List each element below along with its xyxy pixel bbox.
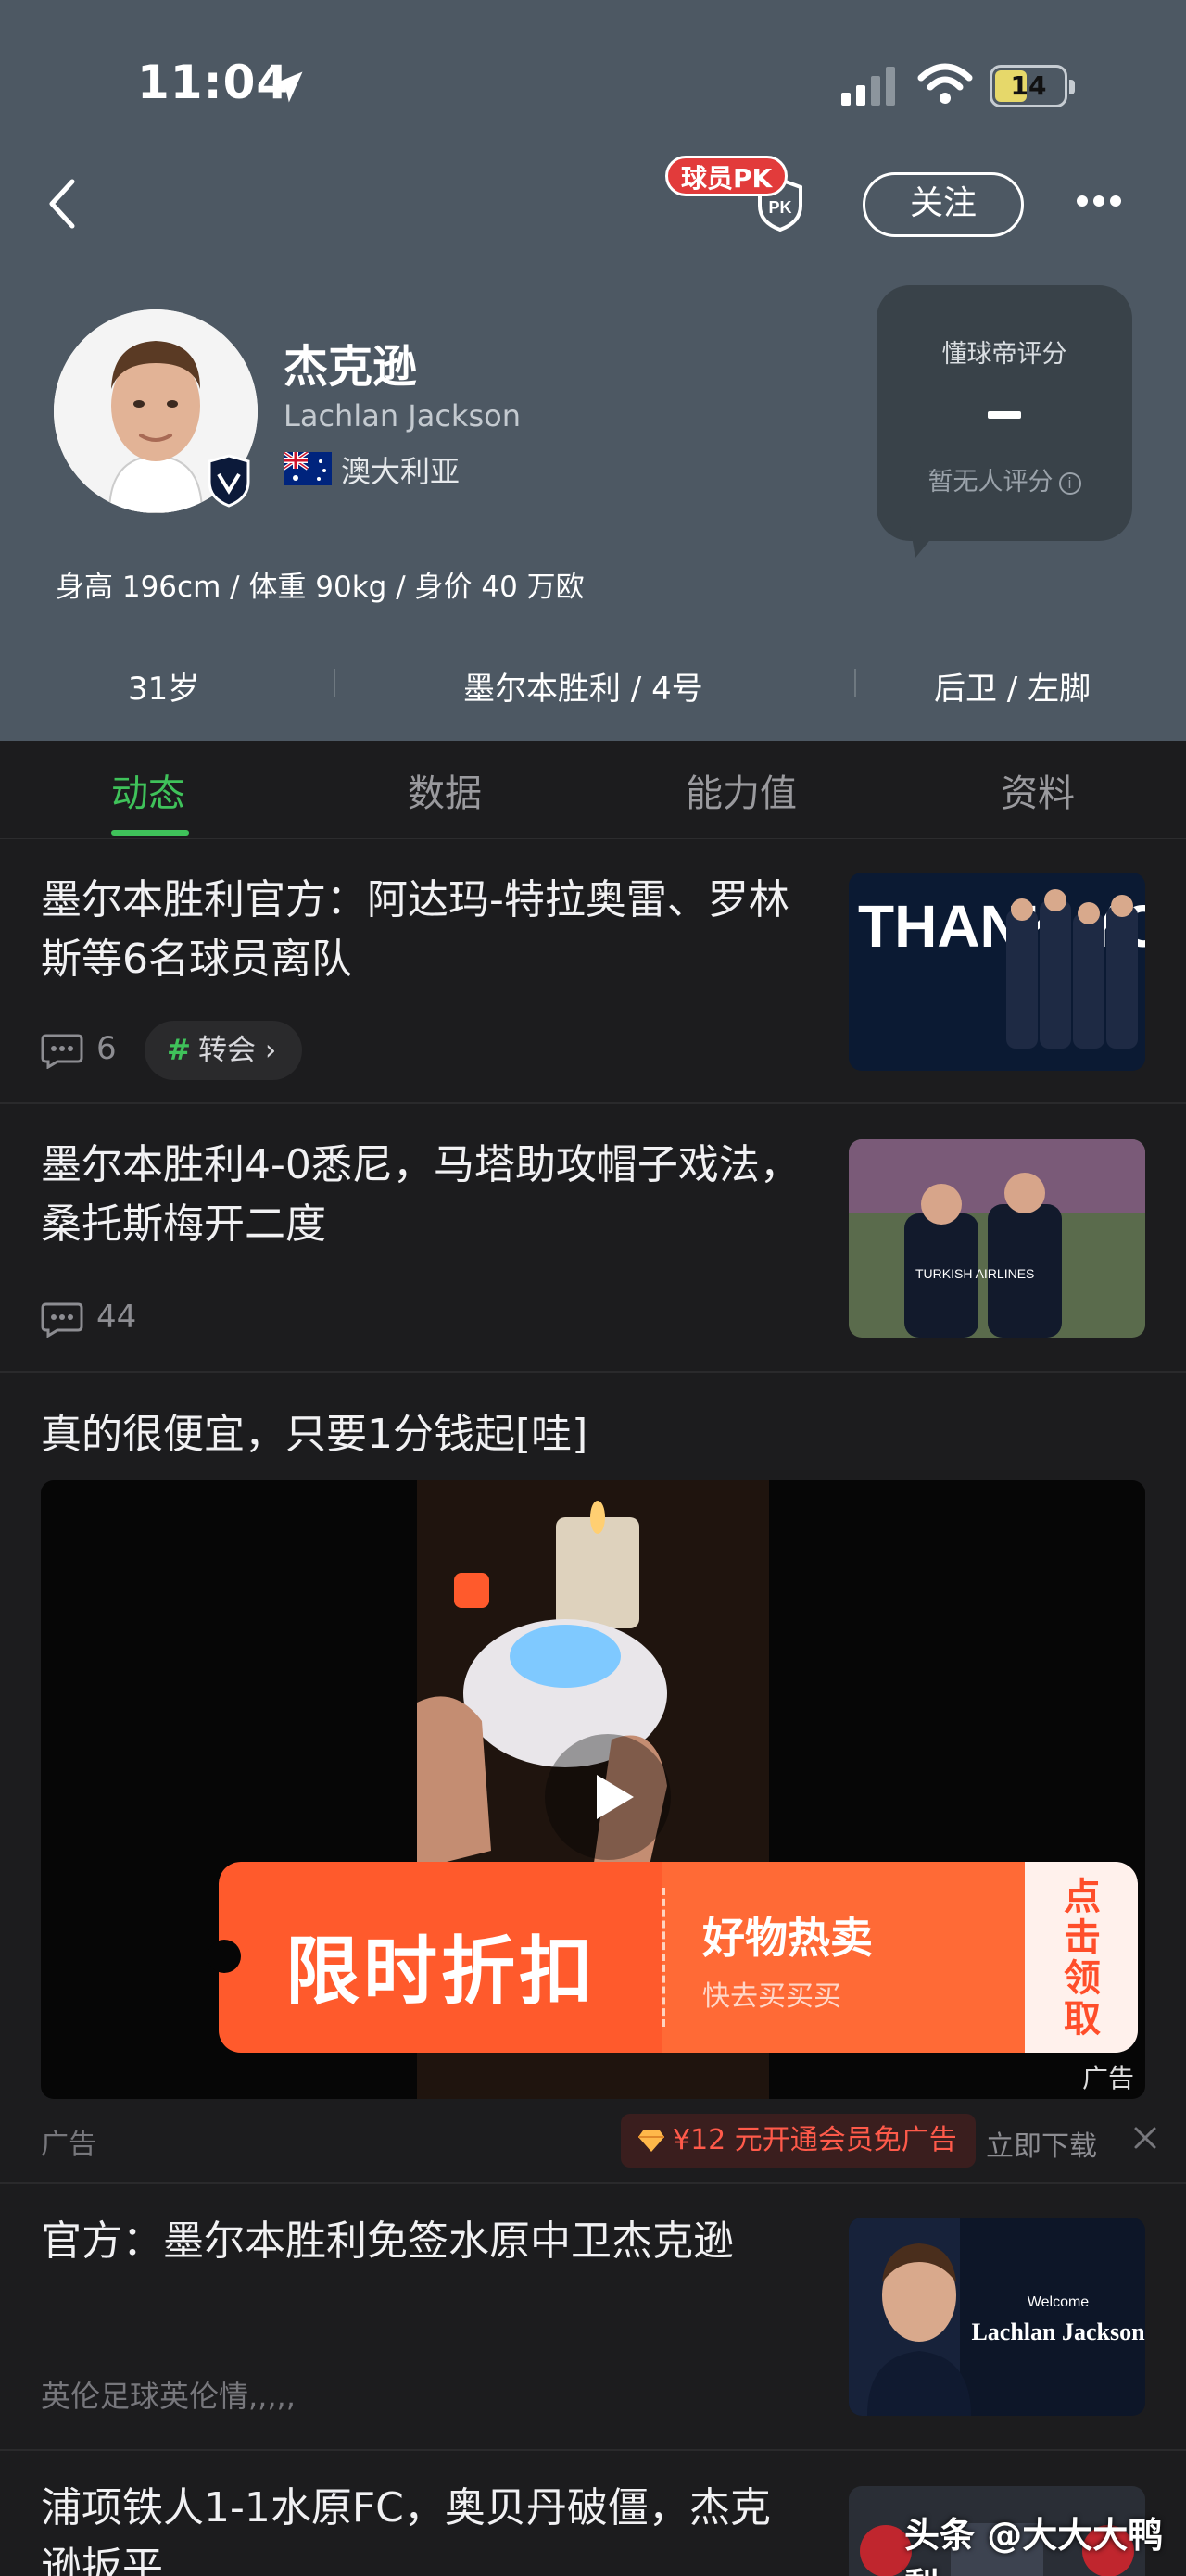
info-icon[interactable]: i bbox=[1058, 472, 1081, 495]
promo-claim-text: 点击领取 bbox=[1064, 1876, 1101, 2041]
news-title: 浦项铁人1-1水原FC，奥贝丹破僵，杰克逊扳平 bbox=[41, 2484, 771, 2576]
hash-icon: # bbox=[167, 1034, 191, 1067]
promo-banner[interactable]: 限时折扣 好物热卖 快去买买买 点击领取 bbox=[208, 1862, 1145, 2053]
player-meta-row: 31岁 墨尔本胜利 / 4号 后卫 / 左脚 bbox=[0, 652, 1186, 717]
match-celebration-image: TURKISH AIRLINES bbox=[849, 1139, 1145, 1338]
player-name-cn: 杰克逊 bbox=[284, 341, 418, 393]
gem-icon bbox=[638, 2130, 664, 2152]
battery-icon: 14 bbox=[990, 65, 1075, 109]
tab-abilities[interactable]: 能力值 bbox=[667, 763, 815, 817]
promo-discount-text: 限时折扣 bbox=[285, 1929, 597, 2015]
news-thumbnail: THANK YOU bbox=[849, 873, 1145, 1071]
promo-left: 限时折扣 bbox=[219, 1862, 662, 2053]
news-item[interactable]: 官方：墨尔本胜利免签水原中卫杰克逊 Welcome Lachlan Jackso… bbox=[0, 2184, 1186, 2451]
ad-label: 广告 bbox=[41, 2129, 96, 2161]
follow-button[interactable]: 关注 bbox=[863, 172, 1024, 237]
rating-subtitle-text: 暂无人评分 bbox=[927, 468, 1054, 496]
tab-profile[interactable]: 资料 bbox=[964, 763, 1112, 817]
player-position-foot: 后卫 / 左脚 bbox=[934, 671, 1091, 708]
promo-middle: 好物热卖 快去买买买 bbox=[662, 1862, 1025, 2053]
news-source: 英伦足球英伦情,,,,, bbox=[41, 2379, 296, 2414]
thumb2-text: TURKISH AIRLINES bbox=[915, 1266, 1034, 1281]
meta-divider bbox=[334, 669, 335, 697]
ad-title[interactable]: 真的很便宜，只要1分钱起[哇] bbox=[41, 1401, 587, 1460]
tag-transfer[interactable]: # 转会 › bbox=[145, 1021, 303, 1080]
welcome-jackson-image: Welcome Lachlan Jackson bbox=[849, 2218, 1145, 2416]
player-name-en: Lachlan Jackson bbox=[284, 398, 521, 434]
location-arrow-icon bbox=[271, 71, 303, 103]
vip-text: ¥12 元开通会员免广告 bbox=[673, 2124, 957, 2156]
wifi-icon bbox=[917, 63, 973, 104]
thumb3-welcome: Welcome bbox=[1028, 2294, 1089, 2310]
ad-badge: 广告 bbox=[1081, 2063, 1134, 2093]
promo-claim-button[interactable]: 点击领取 bbox=[1025, 1862, 1138, 2053]
vip-remove-ads-button[interactable]: ¥12 元开通会员免广告 bbox=[621, 2114, 976, 2168]
pk-label: 球员PK bbox=[665, 156, 789, 196]
player-header: 11:04 14 PK 球员PK 关注 杰克逊 Lachlan Jackson … bbox=[0, 0, 1186, 741]
player-club-number[interactable]: 墨尔本胜利 / 4号 bbox=[463, 663, 703, 709]
club-badge-icon bbox=[208, 454, 250, 508]
svg-text:PK: PK bbox=[768, 198, 791, 217]
thank-you-image: THANK YOU bbox=[849, 873, 1145, 1071]
comment-icon bbox=[41, 1034, 83, 1069]
promo-hot-title: 好物热卖 bbox=[702, 1913, 873, 1963]
news-item[interactable]: 墨尔本胜利4-0悉尼，马塔助攻帽子戏法，桑托斯梅开二度 TURKISH AIRL… bbox=[0, 1104, 1186, 1373]
tab-bar: 动态 数据 能力值 资料 bbox=[0, 741, 1186, 839]
active-tab-indicator bbox=[111, 830, 189, 836]
tab-news[interactable]: 动态 bbox=[74, 763, 222, 817]
australia-flag-icon bbox=[284, 452, 332, 485]
cellular-signal-icon bbox=[841, 67, 895, 106]
news-item[interactable]: 墨尔本胜利官方：阿达玛-特拉奥雷、罗林斯等6名球员离队 THANK YOU 6 … bbox=[0, 839, 1186, 1104]
tab-data[interactable]: 数据 bbox=[371, 763, 519, 817]
more-options-icon[interactable] bbox=[1077, 193, 1132, 215]
promo-hot-subtitle: 快去买买买 bbox=[702, 1980, 841, 2013]
meta-divider bbox=[854, 669, 856, 697]
news-thumbnail: TURKISH AIRLINES bbox=[849, 1139, 1145, 1338]
player-country: 澳大利亚 bbox=[341, 454, 461, 489]
close-ad-icon[interactable] bbox=[1132, 2125, 1158, 2151]
play-icon[interactable] bbox=[545, 1734, 671, 1860]
player-physical-stats: 身高 196cm / 体重 90kg / 身价 40 万欧 bbox=[56, 571, 585, 604]
status-bar: 11:04 14 bbox=[0, 0, 1186, 167]
tag-label: 转会 bbox=[197, 1034, 256, 1067]
rating-value bbox=[988, 411, 1021, 419]
news-title: 官方：墨尔本胜利免签水原中卫杰克逊 bbox=[41, 2218, 734, 2265]
back-arrow-icon[interactable] bbox=[41, 176, 85, 232]
rating-card-tail bbox=[910, 526, 941, 558]
watermark: 头条 @大大大鸭梨 bbox=[904, 2515, 1164, 2576]
player-age: 31岁 bbox=[128, 671, 200, 708]
ad-video[interactable]: 限时折扣 好物热卖 快去买买买 点击领取 广告 bbox=[41, 1480, 1145, 2099]
news-title: 墨尔本胜利官方：阿达玛-特拉奥雷、罗林斯等6名球员离队 bbox=[41, 876, 789, 983]
comment-icon bbox=[41, 1302, 83, 1338]
promo-divider bbox=[662, 1888, 665, 2027]
download-button[interactable]: 立即下载 bbox=[986, 2123, 1097, 2164]
promo-notch bbox=[208, 1940, 241, 1973]
news-thumbnail: Welcome Lachlan Jackson bbox=[849, 2218, 1145, 2416]
comment-count: 44 bbox=[96, 1299, 137, 1336]
player-pk-button[interactable]: PK 球员PK bbox=[665, 156, 814, 232]
rating-title: 懂球帝评分 bbox=[941, 340, 1067, 369]
comment-count: 6 bbox=[96, 1030, 117, 1067]
rating-subtitle: 暂无人评分 i bbox=[877, 461, 1132, 497]
battery-level: 14 bbox=[1010, 70, 1047, 101]
thumb3-name: Lachlan Jackson bbox=[971, 2318, 1145, 2345]
news-title: 墨尔本胜利4-0悉尼，马塔助攻帽子戏法，桑托斯梅开二度 bbox=[41, 1141, 801, 1248]
